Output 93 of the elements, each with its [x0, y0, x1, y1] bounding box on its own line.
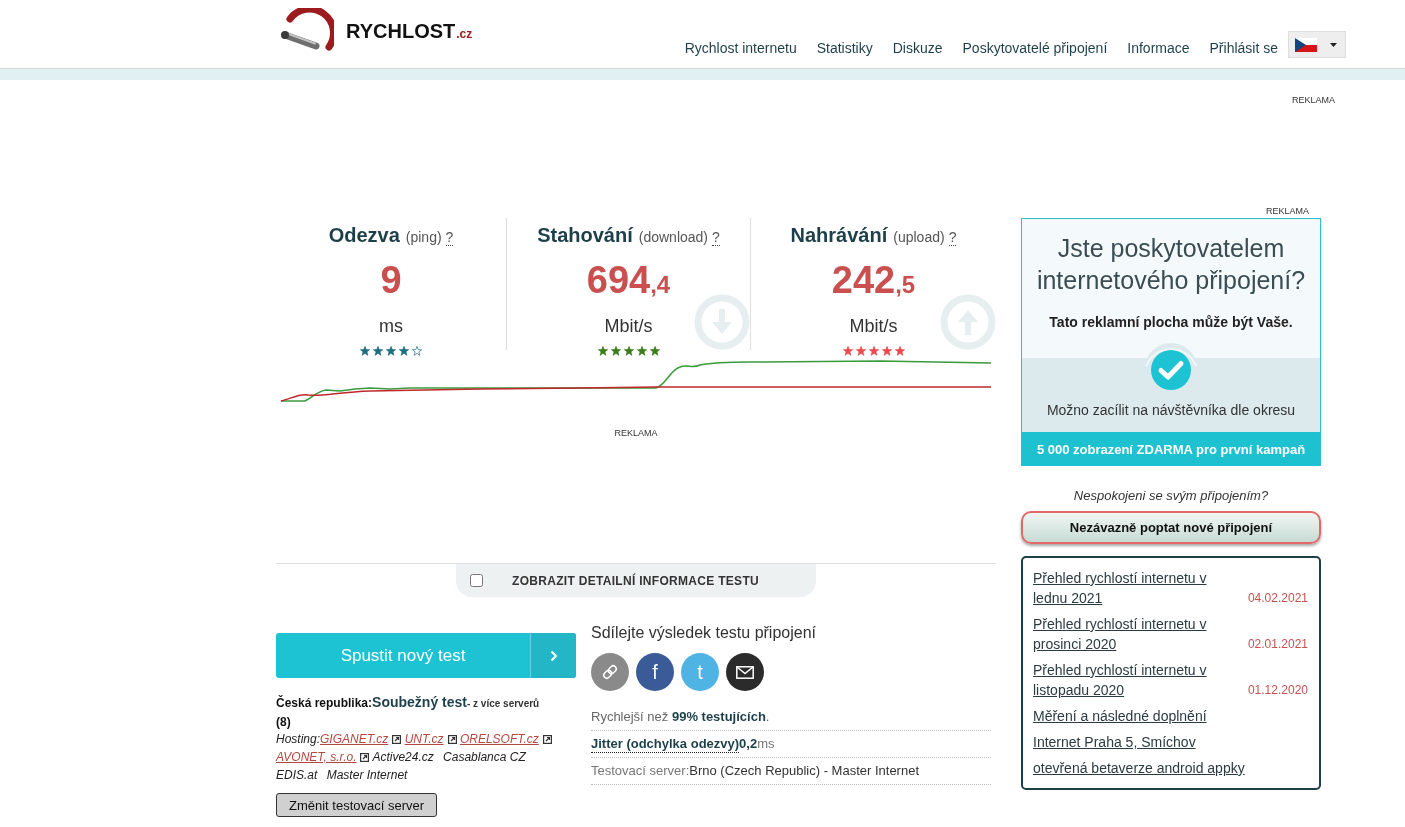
news-link[interactable]: Přehled rychlostí internetu v lednu 2021 [1033, 568, 1240, 608]
star-icon [649, 346, 660, 356]
star-icon [855, 346, 866, 356]
server-test-type: Soubežný test [372, 694, 467, 710]
star-icon [399, 346, 409, 356]
caret-icon [1330, 42, 1337, 47]
star-icon [636, 346, 647, 356]
nav-link[interactable]: Přihlásit se [1209, 39, 1278, 57]
logo-wordmark[interactable]: RYCHLOST [346, 19, 456, 43]
change-server-button[interactable]: Změnit testovací server [276, 793, 438, 817]
hosting-label: Hosting: [276, 732, 321, 746]
metric-value: 242,5 [831, 259, 916, 301]
server-note: - z více serverů [466, 698, 540, 709]
star-icon [610, 346, 621, 356]
external-link-icon [392, 735, 402, 744]
details-toggle-label[interactable]: ZOBRAZIT DETAILNÍ INFORMACE TESTU [512, 573, 759, 588]
metric-subtitle: (download) [638, 229, 708, 245]
ad-label: REKLAMA [614, 428, 658, 438]
star-icon [842, 346, 853, 356]
hosting-name: Master Internet [326, 768, 408, 782]
metric-unit: Mbit/s [604, 316, 653, 336]
star-icon [623, 346, 634, 356]
help-link[interactable]: ? [445, 230, 454, 246]
help-link[interactable]: ? [712, 230, 720, 246]
hosting-link[interactable]: ORELSOFT.cz [459, 732, 539, 746]
flag-icon [1295, 37, 1317, 52]
metric-unit: Mbit/s [849, 316, 898, 336]
ad-feature-text: Možno zacílit na návštěvníka dle okresu [1046, 401, 1296, 420]
external-link-icon [360, 753, 370, 762]
jitter-value: 0,2 [739, 736, 758, 751]
share-link-button[interactable] [591, 653, 629, 691]
server-count: (8) [276, 715, 291, 729]
nav-link[interactable]: Diskuze [892, 39, 943, 57]
star-icon [894, 346, 905, 356]
news-date: 02.01.2021 [1247, 636, 1308, 653]
metric-value: 9 [380, 259, 402, 301]
gauge-logo-icon[interactable] [280, 8, 334, 54]
nav-link[interactable]: Statistiky [816, 39, 873, 57]
metric-value: 694,4 [586, 259, 671, 301]
star-icon [386, 346, 396, 356]
faster-than-text: Rychlejší než 99% testujících. [591, 709, 770, 724]
metric-subtitle: (ping) [405, 229, 442, 245]
metric-subtitle: (upload) [893, 229, 945, 245]
hosting-link[interactable]: UNT.cz [404, 732, 444, 746]
hosting-name: Active24.cz [372, 750, 434, 764]
server-country: Česká republika: [276, 696, 373, 710]
ad-offer-bar: 5 000 zobrazení ZDARMA pro první kampaň [1022, 432, 1320, 466]
nav-link[interactable]: Rychlost internetu [684, 39, 797, 57]
nav-link[interactable]: Informace [1127, 39, 1190, 57]
star-icon [360, 346, 370, 356]
metric-title: Nahrávání [790, 224, 888, 246]
metric-unit: ms [379, 316, 403, 336]
test-server-label: Testovací server: [591, 763, 690, 778]
details-checkbox[interactable] [470, 574, 483, 587]
news-link[interactable]: Přehled rychlostí internetu v listopadu 2020 [1033, 660, 1240, 700]
test-server-value: Brno (Czech Republic) - Master Internet [689, 763, 920, 778]
ad-subheadline: Tato reklamní plocha může být Vaše. [1048, 313, 1294, 332]
language-dropdown[interactable] [1288, 31, 1346, 58]
inquiry-question: Nespokojeni se svým připojením? [1072, 488, 1270, 504]
star-icon [373, 346, 383, 356]
inquiry-button[interactable]: Nezávazně poptat nové připojení [1021, 511, 1321, 544]
facebook-share-button[interactable]: f [636, 653, 674, 691]
hosting-name: EDIS.at [276, 768, 318, 782]
external-link-icon [542, 735, 552, 744]
envelope-icon [736, 665, 754, 679]
share-title: Sdílejte výsledek testu připojení [591, 624, 816, 641]
star-icon [881, 346, 892, 356]
ad-label: REKLAMA [1266, 206, 1309, 216]
hosting-link[interactable]: GIGANET.cz [320, 732, 389, 746]
jitter-unit: ms [757, 736, 775, 751]
star-icon [868, 346, 879, 356]
news-link[interactable]: Internet Praha 5, Smíchov [1033, 732, 1308, 752]
ad-headline: Jste poskytovatelem internetového připojení? [1035, 233, 1307, 296]
news-link[interactable]: otevřená betaverze android appky [1033, 758, 1308, 778]
metric-title: Stahování [537, 224, 633, 246]
news-link[interactable]: Měření a následné doplnění [1033, 706, 1308, 726]
help-link[interactable]: ? [948, 230, 957, 246]
star-icon [597, 346, 608, 356]
news-date: 04.02.2021 [1247, 590, 1308, 607]
logo-domain[interactable]: .cz [456, 26, 473, 41]
news-date: 01.12.2020 [1247, 682, 1308, 699]
ad-label: REKLAMA [1292, 95, 1335, 105]
hosting-name: Casablanca CZ [443, 750, 526, 764]
hosting-link[interactable]: AVONET, s.r.o. [276, 750, 357, 764]
link-icon [601, 663, 619, 681]
metric-title: Odezva [328, 224, 400, 246]
news-link[interactable]: Přehled rychlostí internetu v prosinci 2020 [1033, 614, 1240, 654]
nav-link[interactable]: Poskytovatelé připojení [962, 39, 1108, 57]
chevron-right-icon [549, 649, 558, 662]
star-icon [412, 346, 422, 356]
external-link-icon [447, 735, 457, 744]
jitter-label[interactable]: Jitter (odchylka odezvy) [591, 736, 740, 753]
email-share-button[interactable] [726, 653, 764, 691]
